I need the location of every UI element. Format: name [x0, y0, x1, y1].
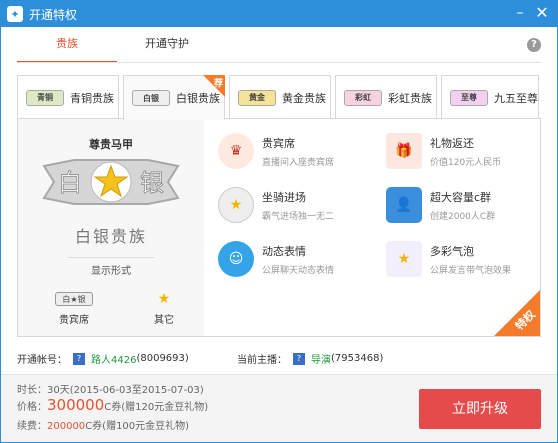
feature-desc: 价值120元人民币: [430, 158, 502, 168]
upgrade-button[interactable]: 立即升级: [419, 389, 541, 429]
duration-value: 30天(2015-06-03至2015-07-03): [47, 385, 204, 396]
main-tabs: 贵族 开通守护 ?: [1, 27, 557, 63]
account-id: (8009693): [136, 353, 189, 364]
rainbow-badge-icon: 彩虹: [344, 89, 382, 106]
feature-title: 多彩气泡: [430, 245, 474, 258]
purchase-area: 时长：30天(2015-06-03至2015-07-03) 价格：300000C…: [1, 375, 557, 442]
feature-mount: ★ 坐骑进场霸气进场独一无二: [218, 187, 378, 223]
price-row: 价格：300000C券(赠120元金豆礼物): [17, 396, 208, 414]
feature-vip-seat: ♛ 贵宾席直播间入座贵宾席: [218, 133, 378, 169]
open-account: 开通帐号： ? 路人4426 (8009693): [17, 351, 189, 366]
host-icon: ?: [293, 352, 305, 365]
noble-tab-supreme[interactable]: 至尊 九五至尊: [441, 75, 539, 119]
noble-rank-text: 白银贵族: [74, 227, 147, 246]
tab-noble[interactable]: 贵族: [17, 27, 117, 63]
recommend-tag: 荐: [213, 79, 223, 89]
host-id: (7953468): [331, 353, 384, 364]
form-other: ★ 其它: [134, 291, 194, 326]
noble-tab-bronze[interactable]: 青铜 青铜贵族: [17, 75, 119, 119]
close-icon[interactable]: ✕: [533, 5, 551, 23]
svg-text:白: 白: [58, 169, 82, 197]
noble-tab-label: 青铜贵族: [70, 91, 114, 105]
price-value: 300000: [47, 396, 105, 414]
feature-desc: 霸气进场独一无二: [262, 212, 335, 222]
chair-icon: ♛: [218, 133, 254, 169]
feature-desc: 创建2000人C群: [430, 212, 496, 222]
renew-row: 续费：200000C券(赠100元金豆礼物): [17, 417, 189, 432]
noble-tab-silver[interactable]: 白银 白银贵族 荐: [123, 75, 225, 120]
feature-bubble: ★ 多彩气泡公屏发言带气泡效果: [386, 241, 546, 277]
feature-gift-return: 🎁 礼物返还价值120元人民币: [386, 133, 546, 169]
form-label: 贵宾席: [59, 315, 89, 326]
supreme-badge-icon: 至尊: [450, 89, 488, 106]
feature-title: 超大容量c群: [430, 191, 492, 204]
privilege-window: ✦ 开通特权 – ✕ 贵族 开通守护 ? 青铜 青铜贵族 白银 白银贵族 荐 黄…: [0, 0, 558, 443]
preview-divider: [68, 257, 154, 258]
noble-tab-label: 九五至尊: [494, 91, 538, 105]
feature-dynamic-emoji: ☺ 动态表情公屏聊天动态表情: [218, 241, 378, 277]
window-title: 开通特权: [29, 7, 78, 22]
price-label: 价格：: [17, 402, 47, 413]
gift-icon: 🎁: [386, 133, 422, 169]
account-user: 路人4426: [91, 355, 137, 366]
tab-guard[interactable]: 开通守护: [117, 27, 217, 63]
noble-preview: 尊贵马甲 白 银 白银贵族 显示形式 白★银 贵宾席 ★ 其它: [18, 119, 204, 336]
noble-tabs: 青铜 青铜贵族 白银 白银贵族 荐 黄金 黄金贵族 彩虹 彩虹贵族 至尊 九五至…: [17, 75, 539, 120]
host-label: 当前主播：: [237, 355, 287, 366]
host-name: 导演: [311, 355, 331, 366]
vest-title: 尊贵马甲: [89, 138, 133, 151]
duration-row: 时长：30天(2015-06-03至2015-07-03): [17, 381, 204, 396]
account-label: 开通帐号：: [17, 355, 67, 366]
form-label: 其它: [154, 315, 174, 326]
renew-label: 续费：: [17, 421, 47, 432]
silver-badge-icon: 白银: [132, 90, 170, 106]
title-bar: ✦ 开通特权 – ✕: [1, 1, 557, 27]
silver-big-badge-icon: 白 银: [42, 159, 180, 205]
feature-desc: 公屏发言带气泡效果: [430, 266, 512, 276]
duration-label: 时长：: [17, 385, 47, 396]
renew-value: 200000: [47, 421, 86, 432]
noble-tab-label: 彩虹贵族: [388, 91, 432, 105]
feature-title: 礼物返还: [430, 137, 474, 150]
tabs-divider: [17, 62, 541, 63]
feature-title: 动态表情: [262, 245, 306, 258]
feature-desc: 直播间入座贵宾席: [262, 158, 335, 168]
noble-tab-label: 黄金贵族: [282, 91, 326, 105]
current-host: 当前主播： ? 导演 (7953468): [237, 351, 383, 366]
feature-title: 贵宾席: [262, 137, 295, 150]
gold-badge-icon: 黄金: [238, 89, 276, 106]
svg-text:银: 银: [140, 169, 164, 197]
group-icon: 👤: [386, 187, 422, 223]
noble-tab-rainbow[interactable]: 彩虹 彩虹贵族: [335, 75, 437, 119]
emoji-icon: ☺: [218, 241, 254, 277]
app-logo-icon: ✦: [7, 6, 23, 22]
renew-unit: C券(赠100元金豆礼物): [85, 421, 190, 432]
help-icon[interactable]: ?: [527, 38, 541, 52]
minimize-icon[interactable]: –: [511, 5, 529, 23]
bronze-badge-icon: 青铜: [26, 89, 64, 106]
show-form-label: 显示形式: [91, 266, 131, 277]
silver-mini-badge-icon: 白★银: [55, 292, 93, 306]
noble-tab-gold[interactable]: 黄金 黄金贵族: [229, 75, 331, 119]
mount-icon: ★: [218, 187, 254, 223]
bubble-icon: ★: [386, 241, 422, 277]
feature-big-group: 👤 超大容量c群 创建2000人C群: [386, 187, 546, 223]
feature-desc: 公屏聊天动态表情: [262, 266, 335, 276]
feature-title: 坐骑进场: [262, 191, 306, 204]
price-unit: C券(赠120元金豆礼物): [104, 402, 209, 413]
star-icon: ★: [157, 291, 171, 307]
form-vip-seat: 白★银 贵宾席: [44, 291, 104, 326]
account-icon: ?: [73, 352, 85, 365]
noble-detail-panel: 尊贵马甲 白 银 白银贵族 显示形式 白★银 贵宾席 ★ 其它 ♛ 贵宾席 直播间…: [17, 118, 541, 337]
